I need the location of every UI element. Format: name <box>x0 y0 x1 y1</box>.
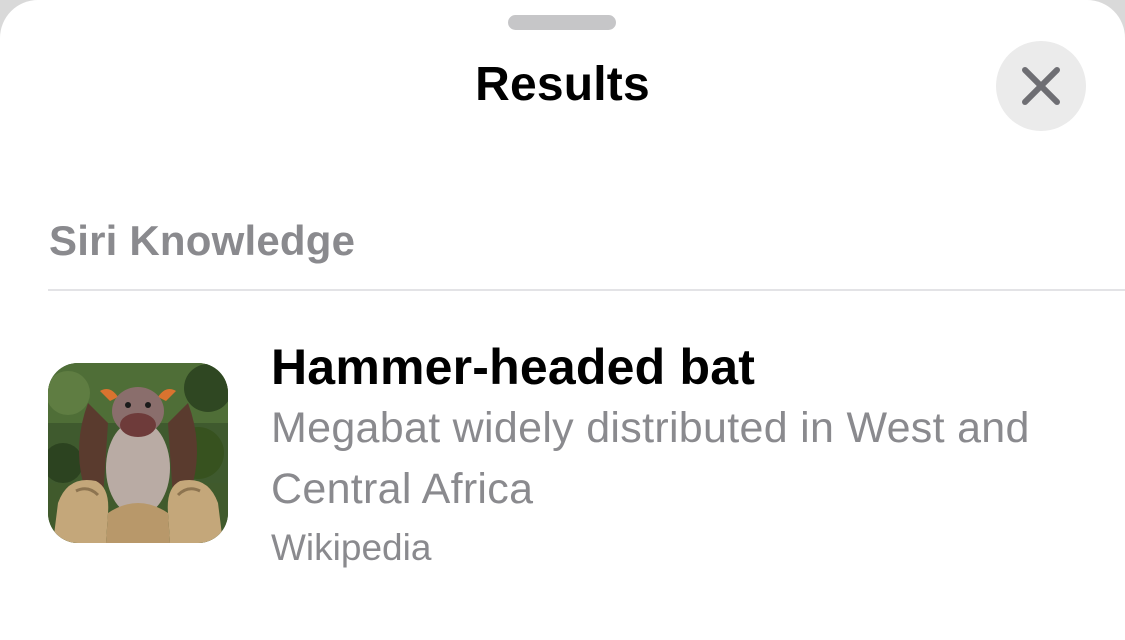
close-button[interactable] <box>996 41 1086 131</box>
result-thumbnail <box>48 363 228 543</box>
section-header: Siri Knowledge <box>49 217 356 264</box>
result-source: Wikipedia <box>271 527 432 568</box>
result-description: Megabat widely distributed in West and C… <box>271 404 1030 513</box>
section-divider <box>48 289 1125 291</box>
sheet-title: Results <box>475 58 650 111</box>
close-icon <box>1022 67 1060 105</box>
results-sheet: Results Siri Knowledge Hammer-headed bat… <box>0 0 1125 640</box>
result-title: Hammer-headed bat <box>271 339 756 395</box>
bat-photo-icon <box>48 363 228 543</box>
sheet-grabber-handle[interactable] <box>508 15 616 30</box>
knowledge-result-item[interactable]: Hammer-headed bat Megabat widely distrib… <box>0 320 1125 600</box>
